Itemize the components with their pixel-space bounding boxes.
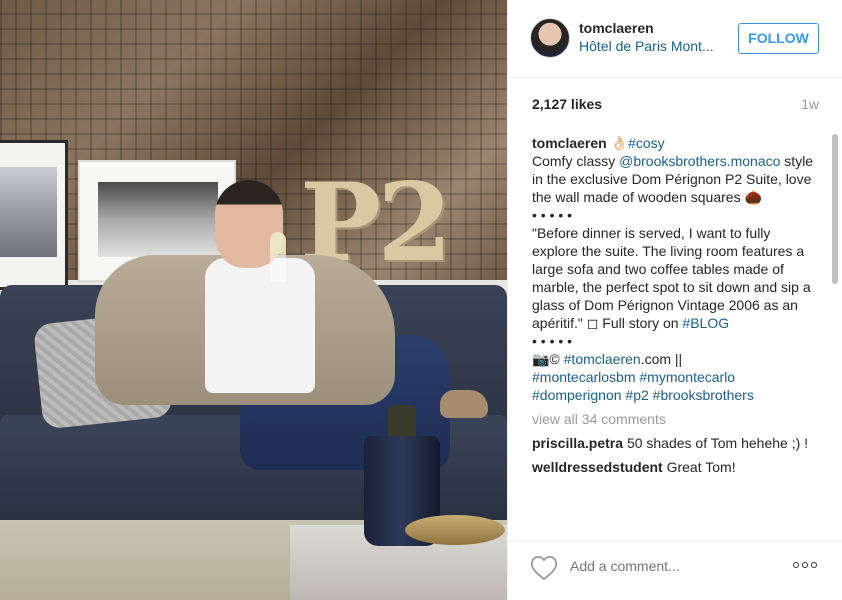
mention-brooksbrothers[interactable]: @brooksbrothers.monaco bbox=[619, 153, 780, 169]
caption-dots-2: • • • • • bbox=[532, 333, 573, 349]
comment-item: priscilla.petra 50 shades of Tom hehehe … bbox=[532, 434, 819, 452]
caption: tomclaeren 👌🏻#cosy Comfy classy @brooksb… bbox=[532, 134, 819, 404]
caption-quote: "Before dinner is served, I want to full… bbox=[532, 225, 811, 331]
brass-bowl bbox=[405, 515, 505, 545]
scrollbar-thumb[interactable] bbox=[832, 134, 838, 284]
comment-text: 50 shades of Tom hehehe ;) ! bbox=[626, 435, 809, 451]
post-side-panel: tomclaeren Hôtel de Paris Mont... FOLLOW… bbox=[507, 0, 842, 600]
caption-dots-1: • • • • • bbox=[532, 207, 573, 223]
header-location[interactable]: Hôtel de Paris Mont... bbox=[579, 38, 729, 54]
follow-button[interactable]: FOLLOW bbox=[738, 23, 819, 54]
comment-item: welldressedstudent Great Tom! bbox=[532, 458, 819, 476]
likes-row: 2,127 likes 1w bbox=[532, 96, 819, 116]
comment-user[interactable]: welldressedstudent bbox=[532, 459, 663, 475]
post-photo[interactable]: P2 bbox=[0, 0, 507, 600]
comment-text: Great Tom! bbox=[666, 459, 736, 475]
caption-author[interactable]: tomclaeren bbox=[532, 135, 607, 151]
post-header: tomclaeren Hôtel de Paris Mont... FOLLOW bbox=[508, 0, 842, 78]
comment-user[interactable]: priscilla.petra bbox=[532, 435, 623, 451]
wine-glass bbox=[270, 232, 286, 282]
likes-count[interactable]: 2,127 likes bbox=[532, 96, 602, 112]
caption-camera: 📷© bbox=[532, 351, 564, 367]
caption-emoji: 👌🏻 bbox=[610, 135, 629, 151]
tag-domperignon[interactable]: #domperignon bbox=[532, 387, 622, 403]
post-time[interactable]: 1w bbox=[801, 96, 819, 112]
caption-text-1: Comfy classy bbox=[532, 153, 620, 169]
heart-icon[interactable] bbox=[530, 555, 558, 581]
person-shirt bbox=[205, 258, 315, 393]
header-username[interactable]: tomclaeren bbox=[579, 20, 654, 36]
tag-mymontecarlo[interactable]: #mymontecarlo bbox=[639, 369, 735, 385]
avatar[interactable] bbox=[530, 18, 570, 58]
comments-list[interactable]: tomclaeren 👌🏻#cosy Comfy classy @brooksb… bbox=[532, 134, 819, 534]
instagram-post: P2 tomclaeren Hôtel de Paris Mont... FOL… bbox=[0, 0, 842, 600]
tag-cosy[interactable]: #cosy bbox=[628, 135, 665, 151]
tag-p2[interactable]: #p2 bbox=[625, 387, 648, 403]
post-footer bbox=[508, 540, 842, 600]
comments-scrollbar[interactable] bbox=[831, 134, 839, 534]
view-all-comments-link[interactable]: view all 34 comments bbox=[532, 410, 819, 428]
more-options-icon[interactable] bbox=[793, 562, 821, 572]
person-shoe bbox=[440, 390, 488, 418]
tag-brooksbrothers[interactable]: #brooksbrothers bbox=[653, 387, 754, 403]
tag-blog[interactable]: #BLOG bbox=[682, 315, 729, 331]
caption-site-rest: .com || bbox=[640, 351, 683, 367]
tag-montecarlosbm[interactable]: #montecarlosbm bbox=[532, 369, 636, 385]
framed-photo-left bbox=[0, 140, 68, 290]
add-comment-input[interactable] bbox=[570, 558, 770, 574]
tag-tomclaeren[interactable]: #tomclaeren bbox=[564, 351, 641, 367]
